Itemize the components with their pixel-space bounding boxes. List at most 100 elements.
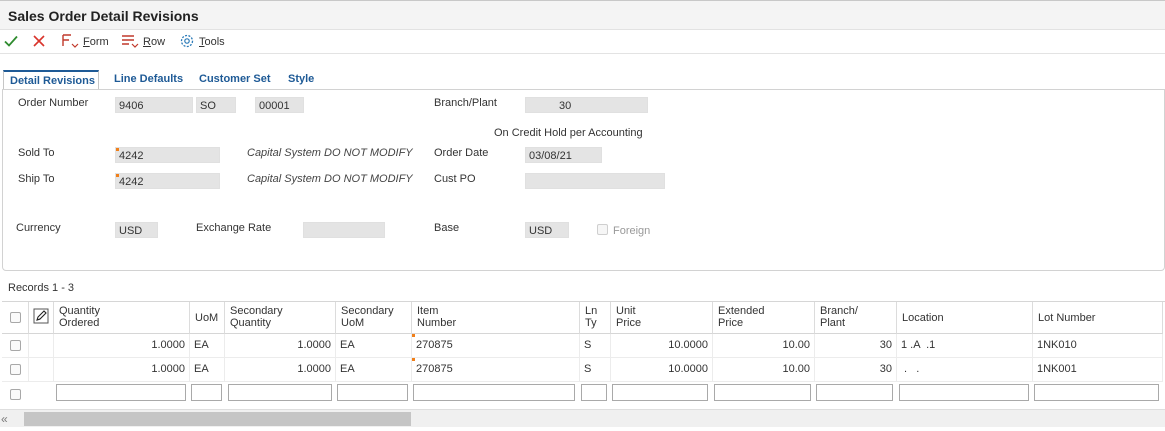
ship-to-description: Capital System DO NOT MODIFY bbox=[247, 173, 413, 185]
tools-menu-button[interactable]: Tools bbox=[179, 32, 225, 52]
new-item-number-input[interactable] bbox=[413, 384, 575, 401]
checkmark-icon bbox=[3, 33, 19, 52]
foreign-checkbox[interactable] bbox=[597, 224, 608, 235]
col-header-secondary-quantity[interactable]: Secondary Quantity bbox=[225, 302, 336, 334]
ok-button[interactable] bbox=[3, 32, 19, 52]
order-number-field[interactable]: 9406 bbox=[115, 97, 193, 113]
cell-branch-plant[interactable]: 30 bbox=[815, 358, 897, 382]
order-number-label: Order Number bbox=[18, 97, 89, 109]
cell-item-number[interactable]: 270875 bbox=[412, 358, 580, 382]
ship-to-label: Ship To bbox=[18, 173, 55, 185]
cell-quantity-ordered[interactable]: 1.0000 bbox=[54, 358, 190, 382]
cell-branch-plant[interactable]: 30 bbox=[815, 334, 897, 358]
x-icon bbox=[31, 33, 47, 52]
cell-quantity-ordered[interactable]: 1.0000 bbox=[54, 334, 190, 358]
double-chevron-left-icon[interactable]: « bbox=[1, 412, 8, 426]
row-edit-cell bbox=[29, 334, 54, 358]
new-secondary-quantity-input[interactable] bbox=[228, 384, 332, 401]
new-lot-number-input[interactable] bbox=[1034, 384, 1159, 401]
sold-to-label: Sold To bbox=[18, 147, 55, 159]
col-header-location[interactable]: Location bbox=[897, 302, 1033, 334]
row-icon bbox=[121, 33, 139, 52]
base-label: Base bbox=[434, 222, 460, 234]
new-location-input[interactable] bbox=[899, 384, 1029, 401]
new-extended-price-input[interactable] bbox=[714, 384, 811, 401]
cell-line-type[interactable]: S bbox=[580, 358, 611, 382]
tools-menu-label: Tools bbox=[199, 36, 225, 48]
cell-extended-price[interactable]: 10.00 bbox=[713, 334, 815, 358]
cell-unit-price[interactable]: 10.0000 bbox=[611, 358, 713, 382]
foreign-label: Foreign bbox=[613, 225, 651, 237]
currency-label: Currency bbox=[16, 222, 61, 234]
row-checkbox[interactable] bbox=[10, 364, 21, 375]
col-header-branch-plant[interactable]: Branch/Plant bbox=[815, 302, 897, 334]
order-company-field[interactable]: 00001 bbox=[255, 97, 304, 113]
col-header-item-number[interactable]: Item Number bbox=[412, 302, 580, 334]
toolbar: Form Row Tools bbox=[0, 30, 1165, 54]
edit-column-header bbox=[29, 302, 54, 334]
cancel-button[interactable] bbox=[31, 32, 47, 52]
cell-line-type[interactable]: S bbox=[580, 334, 611, 358]
order-date-field[interactable]: 03/08/21 bbox=[525, 147, 602, 163]
branch-plant-label: Branch/Plant bbox=[434, 97, 497, 109]
cell-secondary-uom[interactable]: EA bbox=[336, 334, 412, 358]
new-branch-plant-input[interactable] bbox=[816, 384, 893, 401]
order-date-label: Order Date bbox=[434, 147, 489, 159]
tab-style[interactable]: Style bbox=[282, 70, 320, 90]
cell-uom[interactable]: EA bbox=[190, 334, 225, 358]
col-header-unit-price[interactable]: Unit Price bbox=[611, 302, 713, 334]
cell-location[interactable]: . . bbox=[897, 358, 1033, 382]
sold-to-field[interactable]: 4242 bbox=[115, 147, 220, 163]
cell-item-number[interactable]: 270875 bbox=[412, 334, 580, 358]
new-secondary-uom-input[interactable] bbox=[337, 384, 408, 401]
cell-extended-price[interactable]: 10.00 bbox=[713, 358, 815, 382]
col-header-extended-price[interactable]: Extended Price bbox=[713, 302, 815, 334]
form-menu-button[interactable]: Form bbox=[61, 32, 109, 52]
detail-grid: Quantity Ordered UoM Secondary Quantity Se… bbox=[2, 301, 1165, 404]
branch-plant-field[interactable]: 30 bbox=[525, 97, 648, 113]
order-type-field[interactable]: SO bbox=[196, 97, 236, 113]
cell-lot-number[interactable]: 1NK010 bbox=[1033, 334, 1163, 358]
new-uom-input[interactable] bbox=[191, 384, 222, 401]
select-all-checkbox[interactable] bbox=[9, 312, 21, 323]
tab-detail-revisions[interactable]: Detail Revisions bbox=[3, 70, 99, 90]
scrollbar-thumb[interactable] bbox=[24, 412, 411, 426]
row-checkbox[interactable] bbox=[10, 340, 21, 351]
tab-customer-set[interactable]: Customer Set bbox=[193, 70, 277, 90]
new-line-type-input[interactable] bbox=[581, 384, 607, 401]
col-header-secondary-uom[interactable]: Secondary UoM bbox=[336, 302, 412, 334]
cust-po-field[interactable] bbox=[525, 173, 665, 189]
cell-location[interactable]: 1 .A .1 bbox=[897, 334, 1033, 358]
gear-icon bbox=[179, 33, 195, 52]
form-icon bbox=[61, 33, 79, 52]
cell-unit-price[interactable]: 10.0000 bbox=[611, 334, 713, 358]
pencil-edit-icon[interactable] bbox=[33, 308, 49, 327]
cust-po-label: Cust PO bbox=[434, 173, 476, 185]
base-currency-field[interactable]: USD bbox=[525, 222, 569, 238]
new-quantity-input[interactable] bbox=[56, 384, 186, 401]
ship-to-field[interactable]: 4242 bbox=[115, 173, 220, 189]
sold-to-description: Capital System DO NOT MODIFY bbox=[247, 147, 413, 159]
credit-hold-text: On Credit Hold per Accounting bbox=[494, 127, 643, 139]
cell-secondary-uom[interactable]: EA bbox=[336, 358, 412, 382]
horizontal-scrollbar[interactable]: « bbox=[0, 409, 1165, 427]
col-header-line-type[interactable]: Ln Ty bbox=[580, 302, 611, 334]
currency-field[interactable]: USD bbox=[115, 222, 158, 238]
col-header-quantity-ordered[interactable]: Quantity Ordered bbox=[54, 302, 190, 334]
cell-secondary-quantity[interactable]: 1.0000 bbox=[225, 334, 336, 358]
row-edit-cell bbox=[29, 358, 54, 382]
cell-secondary-quantity[interactable]: 1.0000 bbox=[225, 358, 336, 382]
row-checkbox[interactable] bbox=[10, 389, 21, 400]
cell-lot-number[interactable]: 1NK001 bbox=[1033, 358, 1163, 382]
tab-line-defaults[interactable]: Line Defaults bbox=[108, 70, 189, 90]
exchange-rate-field[interactable] bbox=[303, 222, 385, 238]
new-unit-price-input[interactable] bbox=[612, 384, 708, 401]
col-header-uom[interactable]: UoM bbox=[190, 302, 225, 334]
col-header-lot-number[interactable]: Lot Number bbox=[1033, 302, 1163, 334]
row-select-cell bbox=[2, 358, 29, 382]
row-menu-button[interactable]: Row bbox=[121, 32, 165, 52]
form-menu-label: Form bbox=[83, 36, 109, 48]
select-all-header bbox=[2, 302, 29, 334]
cell-uom[interactable]: EA bbox=[190, 358, 225, 382]
window-title: Sales Order Detail Revisions bbox=[8, 8, 199, 24]
